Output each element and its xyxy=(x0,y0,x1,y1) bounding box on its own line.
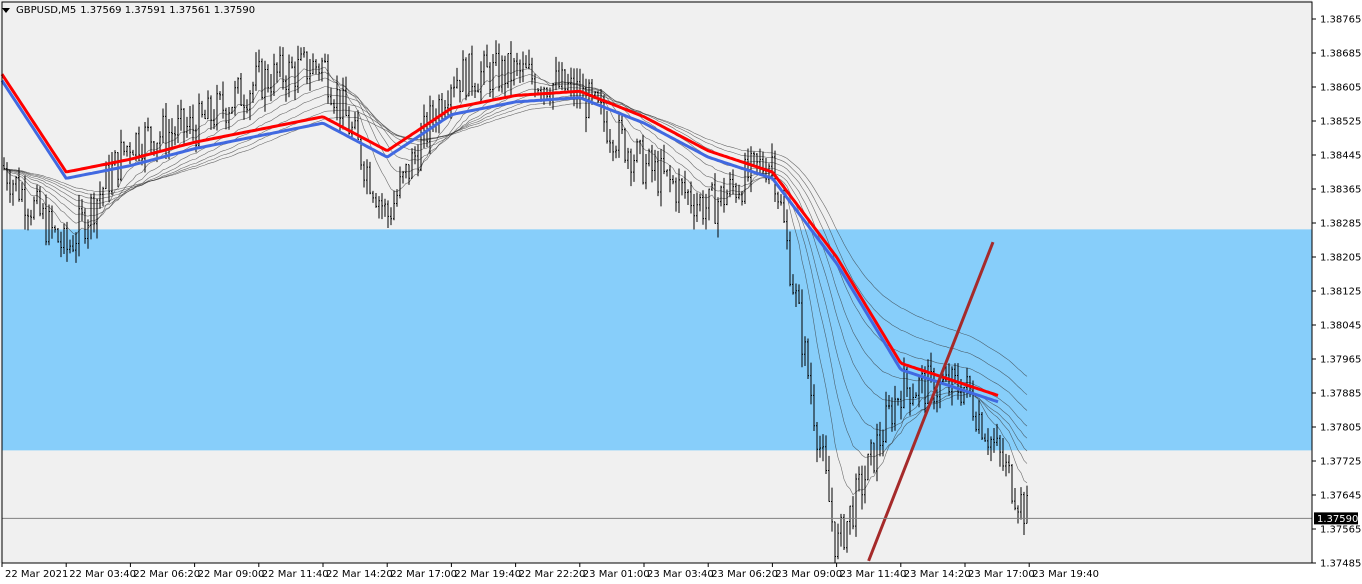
time-tick-label: 23 Mar 03:40 xyxy=(647,569,714,580)
price-tick-label: 1.38605 xyxy=(1320,83,1361,94)
price-tick-label: 1.38765 xyxy=(1320,15,1361,26)
time-tick-label: 23 Mar 17:00 xyxy=(968,569,1035,580)
price-tick-label: 1.37965 xyxy=(1320,355,1361,366)
current-price-text: 1.37590 xyxy=(1317,514,1358,525)
time-tick-label: 22 Mar 06:20 xyxy=(133,569,200,580)
price-tick-label: 1.38525 xyxy=(1320,117,1361,128)
ohlc-values: 1.37569 1.37591 1.37561 1.37590 xyxy=(80,4,256,16)
price-tick-label: 1.37885 xyxy=(1320,389,1361,400)
price-tick-label: 1.38045 xyxy=(1320,321,1361,332)
time-tick-label: 23 Mar 11:40 xyxy=(840,569,907,580)
time-tick-label: 23 Mar 19:40 xyxy=(1032,569,1099,580)
price-tick-label: 1.38685 xyxy=(1320,49,1361,60)
price-tick-label: 1.37725 xyxy=(1320,457,1361,468)
price-tick-label: 1.38365 xyxy=(1320,185,1361,196)
time-tick-label: 23 Mar 09:00 xyxy=(775,569,842,580)
time-tick-label: 22 Mar 2021 xyxy=(5,569,68,580)
price-tick-label: 1.37485 xyxy=(1320,559,1361,570)
price-tick-label: 1.37645 xyxy=(1320,491,1361,502)
time-tick-label: 23 Mar 14:20 xyxy=(904,569,971,580)
dropdown-arrow-icon[interactable] xyxy=(2,7,10,13)
price-chart[interactable]: 1.38765 1.38685 1.38605 1.38525 1.38445 1.383… xyxy=(0,0,1362,584)
symbol-header: GBPUSD,M5 1.37569 1.37591 1.37561 1.3759… xyxy=(2,2,255,18)
price-tick-label: 1.38285 xyxy=(1320,219,1361,230)
price-tick-label: 1.37565 xyxy=(1320,525,1361,536)
time-tick-label: 22 Mar 14:20 xyxy=(326,569,393,580)
time-tick-label: 22 Mar 17:00 xyxy=(390,569,457,580)
price-tick-label: 1.37805 xyxy=(1320,423,1361,434)
zone-layer xyxy=(2,229,1312,451)
price-tick-label: 1.38205 xyxy=(1320,253,1361,264)
price-tick-label: 1.38125 xyxy=(1320,287,1361,298)
time-tick-label: 22 Mar 22:20 xyxy=(519,569,586,580)
symbol-timeframe: GBPUSD,M5 xyxy=(16,4,77,16)
time-tick-label: 23 Mar 01:00 xyxy=(583,569,650,580)
time-tick-label: 22 Mar 19:40 xyxy=(454,569,521,580)
chart-window[interactable]: 1.38765 1.38685 1.38605 1.38525 1.38445 1.383… xyxy=(0,0,1362,584)
price-tick-label: 1.38445 xyxy=(1320,151,1361,162)
time-tick-label: 22 Mar 03:40 xyxy=(69,569,136,580)
current-price-label: 1.37590 xyxy=(1314,512,1358,525)
time-tick-label: 23 Mar 06:20 xyxy=(711,569,778,580)
time-tick-label: 22 Mar 09:00 xyxy=(198,569,265,580)
support-resistance-zone xyxy=(2,229,1312,451)
time-tick-label: 22 Mar 11:40 xyxy=(262,569,329,580)
